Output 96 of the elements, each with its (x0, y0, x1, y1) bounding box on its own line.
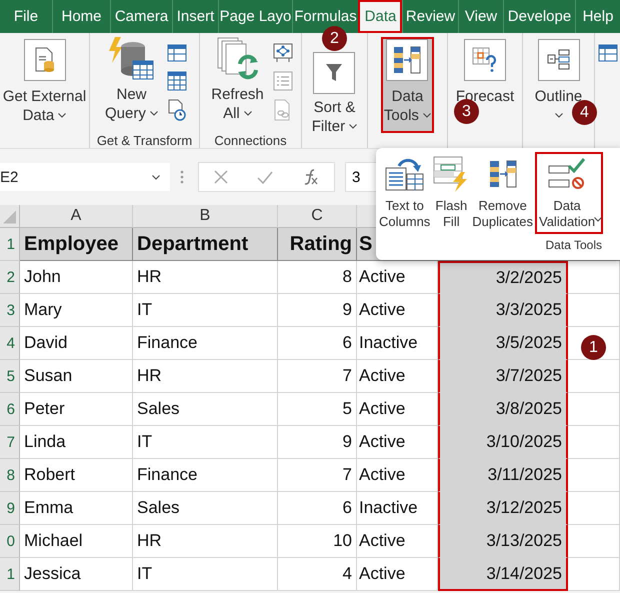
table-cell: 3/8/2025 (438, 393, 568, 426)
table-cell: Peter (20, 393, 133, 426)
row-header[interactable]: 4 (0, 327, 20, 360)
table-cell: Finance (133, 327, 278, 360)
table-cell: Sales (133, 393, 278, 426)
document-clock-icon (167, 99, 188, 121)
columns-arrow-icon (488, 159, 518, 189)
table-cell: Susan (20, 360, 133, 393)
outline-group-icon (546, 48, 570, 72)
table-cell: 3/13/2025 (438, 525, 568, 558)
table-cell: Rating (278, 228, 357, 261)
column-header[interactable]: A (20, 205, 133, 228)
row-header[interactable]: 7 (0, 426, 20, 459)
toolbar-button[interactable] (167, 43, 188, 63)
group-label: Get & Transform (96, 133, 192, 148)
table-cell: Michael (20, 525, 133, 558)
row-header[interactable]: 3 (0, 294, 20, 327)
table-cell: Department (133, 228, 278, 261)
row-header[interactable]: 1 (0, 228, 20, 261)
toolbar-button[interactable] (598, 43, 618, 63)
table-cell: Sales (133, 492, 278, 525)
table-cell: 7 (278, 459, 357, 492)
table-icon (598, 43, 618, 63)
row-header[interactable]: 5 (0, 360, 20, 393)
ribbon-tab[interactable]: Data (358, 0, 402, 33)
toolbar-button[interactable] (167, 71, 188, 91)
row-header[interactable]: 9 (0, 492, 20, 525)
name-box[interactable]: E2 (0, 163, 170, 191)
row-header[interactable]: 6 (0, 393, 20, 426)
column-header[interactable]: C (278, 205, 357, 228)
dropdown-caret-icon (152, 174, 160, 180)
grid-question-icon (472, 47, 498, 73)
table-cell: 3/10/2025 (438, 426, 568, 459)
cancel-icon[interactable] (214, 170, 228, 184)
table-cell: IT (133, 426, 278, 459)
table-cell: HR (133, 525, 278, 558)
row-header[interactable]: 0 (0, 525, 20, 558)
table-cell: Jessica (20, 558, 133, 591)
toolbar-button[interactable] (272, 43, 293, 63)
table-cell: 3/2/2025 (438, 261, 568, 294)
table-cell: HR (133, 261, 278, 294)
ribbon-button[interactable]: New Query (102, 37, 162, 133)
table-cell: 3/7/2025 (438, 360, 568, 393)
table-cell: IT (133, 558, 278, 591)
validation-check-icon (547, 156, 588, 192)
group-label: Data Tools (546, 238, 602, 252)
table-cell: 3/3/2025 (438, 294, 568, 327)
ribbon-button[interactable]: Get External Data (0, 37, 90, 133)
table-cell: Mary (20, 294, 133, 327)
table-cell: Emma (20, 492, 133, 525)
columns-arrow-icon (392, 45, 422, 75)
row-header[interactable]: 8 (0, 459, 20, 492)
table-cell: 3/11/2025 (438, 459, 568, 492)
list-icon (272, 71, 293, 91)
drag-handle-icon[interactable] (180, 170, 184, 184)
text-columns-icon (384, 156, 425, 192)
ribbon-button[interactable]: Data Tools (380, 37, 434, 133)
grid-icon (167, 71, 188, 91)
group-label: Connections (214, 133, 287, 148)
table-cell: HR (133, 360, 278, 393)
table-cell: 6 (278, 327, 357, 360)
ribbon-button[interactable]: Data Validation (535, 152, 604, 234)
table-cell: 8 (278, 261, 357, 294)
table-cell: 3/5/2025 (438, 327, 568, 360)
ribbon-button[interactable]: Remove Duplicates (471, 152, 534, 234)
toolbar-button[interactable] (272, 71, 293, 91)
network-icon (272, 43, 293, 63)
table-cell: Linda (20, 426, 133, 459)
table-icon (167, 43, 188, 63)
table-cell: Employee (20, 228, 133, 261)
table-cell: 6 (278, 492, 357, 525)
toolbar-button[interactable] (167, 99, 188, 121)
column-header[interactable]: B (133, 205, 278, 228)
refresh-documents-icon (216, 36, 260, 82)
ribbon-button[interactable]: Sort & Filter (308, 52, 360, 136)
table-cell: John (20, 261, 133, 294)
table-cell: 3/14/2025 (438, 558, 568, 591)
grid-lightning-icon (433, 156, 470, 192)
check-icon[interactable] (256, 170, 272, 184)
table-cell: Finance (133, 459, 278, 492)
row-header[interactable]: 2 (0, 261, 20, 294)
ribbon-tab[interactable]: File (0, 0, 52, 33)
ribbon-button[interactable]: Refresh All (208, 37, 267, 133)
table-cell: Robert (20, 459, 133, 492)
table-cell: 7 (278, 360, 357, 393)
table-cell: 3/12/2025 (438, 492, 568, 525)
row-header[interactable]: 1 (0, 558, 20, 591)
funnel-icon (325, 63, 344, 83)
table-cell: 9 (278, 294, 357, 327)
table-cell: IT (133, 294, 278, 327)
table-cell: 5 (278, 393, 357, 426)
table-cell: David (20, 327, 133, 360)
table-cell: 9 (278, 426, 357, 459)
document-database-icon (34, 47, 56, 73)
table-cell: 4 (278, 558, 357, 591)
table-cell: 10 (278, 525, 357, 558)
